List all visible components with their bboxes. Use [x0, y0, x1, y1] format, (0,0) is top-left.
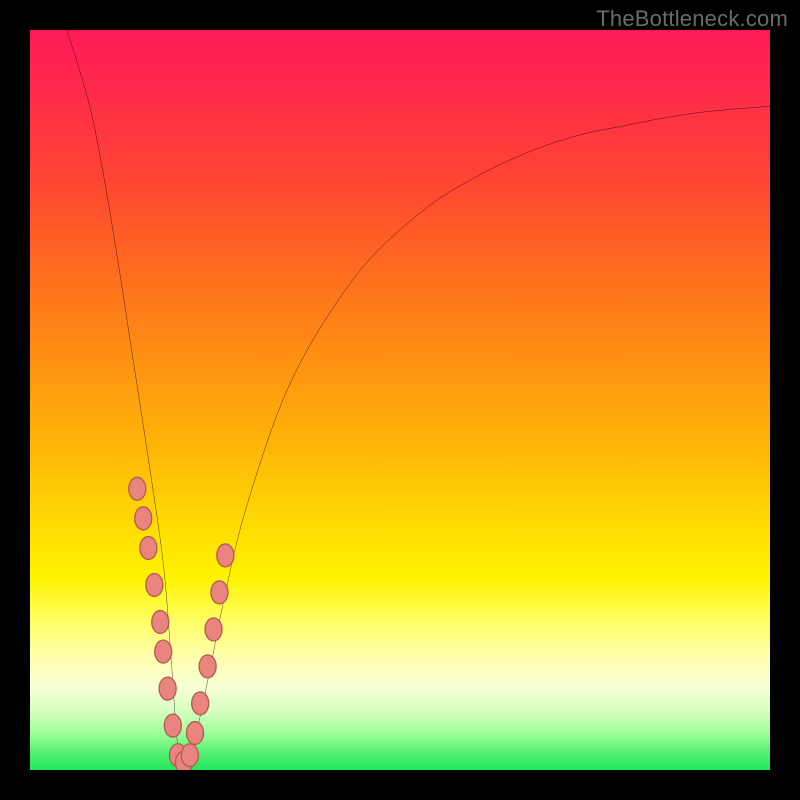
highlight-marker — [217, 544, 234, 567]
highlight-marker — [146, 574, 163, 597]
watermark-text: TheBottleneck.com — [596, 6, 788, 32]
highlight-marker — [159, 677, 176, 700]
highlight-marker — [199, 655, 216, 678]
highlight-marker — [140, 537, 157, 560]
highlighted-points-group — [129, 477, 234, 770]
highlight-marker — [192, 692, 209, 715]
bottleneck-curve — [67, 30, 770, 763]
bottleneck-curve-svg — [30, 30, 770, 770]
highlight-marker — [211, 581, 228, 604]
highlight-marker — [164, 714, 181, 737]
chart-frame: TheBottleneck.com — [0, 0, 800, 800]
plot-area — [30, 30, 770, 770]
highlight-marker — [129, 477, 146, 500]
highlight-marker — [187, 722, 204, 745]
highlight-marker — [152, 611, 169, 634]
highlight-marker — [181, 744, 198, 767]
highlight-marker — [135, 507, 152, 530]
highlight-marker — [155, 640, 172, 663]
highlight-marker — [205, 618, 222, 641]
